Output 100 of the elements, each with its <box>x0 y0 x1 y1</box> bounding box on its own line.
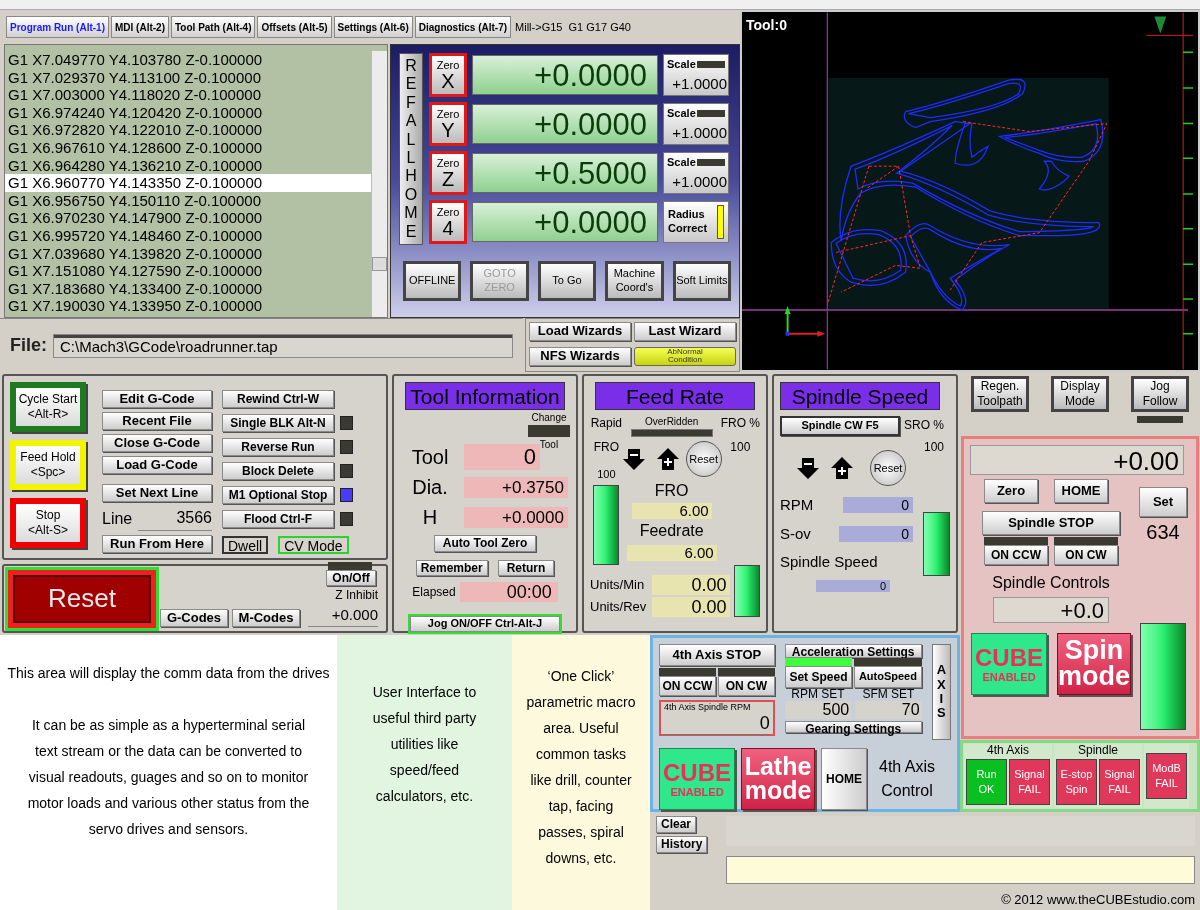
gcode-line[interactable]: G1 X7.029370 Y4.113100 Z-0.100000 <box>5 68 371 87</box>
spin-mode-button[interactable]: Spin mode <box>1057 633 1131 695</box>
toggle-button[interactable]: Reverse Run <box>222 438 334 456</box>
tab[interactable]: MDI (Alt-2) <box>111 16 169 38</box>
toggle-button[interactable]: Block Delete <box>222 462 334 480</box>
gcode-line[interactable]: G1 X6.970230 Y4.147900 Z-0.100000 <box>5 209 371 227</box>
slider-handle[interactable] <box>922 512 950 576</box>
home-button[interactable]: HOME <box>821 748 867 810</box>
wizard-button[interactable]: Last Wizard <box>634 322 736 341</box>
gcode-line[interactable]: G1 X7.183680 Y4.133400 Z-0.100000 <box>5 279 371 298</box>
plus-arrow-icon[interactable] <box>655 447 680 471</box>
code-list-button[interactable]: G-Codes <box>160 609 228 627</box>
view-button[interactable]: Regen. Toolpath <box>971 376 1029 412</box>
slider-handle[interactable] <box>593 484 620 565</box>
gcode-line[interactable]: G1 X6.967610 Y4.128600 Z-0.100000 <box>5 138 371 157</box>
lathe-mode-button[interactable]: Lathe mode <box>741 748 815 810</box>
reset-button[interactable]: Reset <box>8 569 156 628</box>
wizard-button[interactable]: NFS Wizards <box>529 346 631 366</box>
gcode-line[interactable]: G1 X7.049770 Y4.103780 Z-0.100000 <box>5 51 371 69</box>
run-from-here-button[interactable]: Run From Here <box>102 535 212 553</box>
toolpath-view[interactable]: Tool:0 <box>740 10 1200 372</box>
direction-button[interactable]: ON CCW <box>984 545 1048 565</box>
dro-button[interactable]: To Go <box>537 261 597 301</box>
ref-all-home-button[interactable]: REF ALL HOME <box>399 53 423 245</box>
zero-button[interactable]: Zero <box>984 479 1038 503</box>
cycle-button[interactable]: Stop <Alt-S> <box>10 498 86 548</box>
code-list-button[interactable]: M-Codes <box>232 609 300 627</box>
toggle-button[interactable]: Flood Ctrl-F <box>222 510 334 528</box>
set-label: SFM SET <box>862 688 915 701</box>
zero-axis-button[interactable]: Zero 4 <box>429 200 467 244</box>
dro-button[interactable]: Machine Coord's <box>605 261 664 301</box>
dro-button[interactable]: Soft Limits <box>672 261 732 301</box>
mode-indicator: Dwell <box>222 536 269 554</box>
tab[interactable]: Tool Path (Alt-4) <box>171 16 256 38</box>
tab[interactable]: Diagnostics (Alt-7) <box>414 16 512 38</box>
file-button[interactable]: Recent File <box>102 412 212 430</box>
sro-percent-value: 100 <box>924 439 944 456</box>
alarm-indicator[interactable]: AbNormal Condition <box>634 346 736 366</box>
field-caption: 4th Axis Spindle RPM <box>664 702 752 712</box>
minus-arrow-icon[interactable] <box>621 447 646 471</box>
jog-toggle-button[interactable]: Jog ON/OFF Ctrl-Alt-J <box>410 616 560 632</box>
file-button[interactable]: Set Next Line <box>102 484 212 502</box>
file-button[interactable]: Edit G-Code <box>102 390 212 408</box>
gcode-line[interactable]: G1 X7.003000 Y4.118020 Z-0.100000 <box>5 86 371 104</box>
slider-handle[interactable] <box>1140 622 1186 730</box>
direction-button[interactable]: ON CCW <box>659 676 716 696</box>
home-button[interactable]: HOME <box>1054 479 1108 503</box>
return-button[interactable]: Return <box>497 560 555 576</box>
set-field: 70 <box>855 701 922 719</box>
status-group-title: Spindle <box>1078 744 1118 757</box>
auto-speed-button[interactable]: AutoSpeed <box>854 666 922 688</box>
dro-button[interactable]: OFFLINE <box>403 261 462 301</box>
axis-dro-field: +0.0000 <box>472 55 658 95</box>
gcode-line[interactable]: G1 X7.151080 Y4.127590 Z-0.100000 <box>5 262 371 280</box>
gcode-line[interactable]: G1 X6.972820 Y4.122010 Z-0.100000 <box>5 121 371 139</box>
fourth-axis-stop-button[interactable]: 4th Axis STOP <box>659 644 775 666</box>
toggle-button[interactable]: Single BLK Alt-N <box>222 414 334 432</box>
set-speed-button[interactable]: Set Speed <box>784 666 853 688</box>
scrollbar[interactable] <box>371 51 387 317</box>
view-button[interactable]: Jog Follow <box>1131 376 1189 412</box>
remember-button[interactable]: Remember <box>415 560 488 576</box>
axis-button[interactable]: AXIS <box>931 644 951 740</box>
axis-dro-field: +0.5000 <box>472 153 658 193</box>
zero-axis-button[interactable]: Zero X <box>429 53 467 97</box>
toggle-button[interactable]: Rewind Ctrl-W <box>222 390 334 408</box>
zero-axis-button[interactable]: Zero Z <box>429 151 467 195</box>
reset-round-button[interactable]: Reset <box>870 450 906 486</box>
set-button[interactable]: Set <box>1139 487 1187 517</box>
radius-correct-button[interactable]: Radius Correct <box>663 201 729 243</box>
spindle-stop-button[interactable]: Spindle STOP <box>982 511 1120 535</box>
direction-button[interactable]: ON CW <box>717 676 775 696</box>
tab[interactable]: Program Run (Alt-1) <box>6 16 109 38</box>
message-button[interactable]: History <box>656 836 708 853</box>
direction-button[interactable]: ON CW <box>1054 545 1118 565</box>
file-button[interactable]: Close G-Code <box>102 434 212 452</box>
message-button[interactable]: Clear <box>656 816 697 833</box>
fro-percent-label: FRO % <box>720 415 760 432</box>
toggle-button[interactable]: M1 Optional Stop <box>222 486 334 504</box>
acceleration-settings-button[interactable]: Acceleration Settings <box>784 644 922 658</box>
tab[interactable]: Settings (Alt-6) <box>333 16 413 38</box>
gcode-line[interactable]: G1 X6.956750 Y4.150110 Z-0.100000 <box>5 191 371 210</box>
gcode-line[interactable]: G1 X6.964280 Y4.136210 Z-0.100000 <box>5 156 371 175</box>
cycle-button[interactable]: Feed Hold <Spc> <box>10 440 86 490</box>
auto-tool-zero-button[interactable]: Auto Tool Zero <box>433 535 537 552</box>
gcode-line[interactable]: G1 X7.190030 Y4.133950 Z-0.100000 <box>5 297 371 315</box>
slider-handle[interactable] <box>733 564 760 617</box>
minus-arrow-icon[interactable] <box>796 456 820 480</box>
gcode-line[interactable]: G1 X6.974240 Y4.120420 Z-0.100000 <box>5 103 371 122</box>
cycle-button[interactable]: Cycle Start <Alt-R> <box>10 382 86 432</box>
zero-axis-button[interactable]: Zero Y <box>429 102 467 146</box>
file-button[interactable]: Load G-Code <box>102 456 212 474</box>
reset-round-button[interactable]: Reset <box>685 441 722 477</box>
gcode-line[interactable]: G1 X7.039680 Y4.139820 Z-0.100000 <box>5 244 371 263</box>
plus-arrow-icon[interactable] <box>830 456 854 480</box>
wizard-button[interactable]: Load Wizards <box>529 322 631 341</box>
gcode-line[interactable]: G1 X6.995720 Y4.148460 Z-0.100000 <box>5 226 371 245</box>
spindle-cw-button[interactable]: Spindle CW F5 <box>780 416 900 436</box>
scrollbar-thumb[interactable] <box>372 257 387 271</box>
tab[interactable]: Offsets (Alt-5) <box>257 16 332 38</box>
view-button[interactable]: Display Mode <box>1051 376 1109 412</box>
